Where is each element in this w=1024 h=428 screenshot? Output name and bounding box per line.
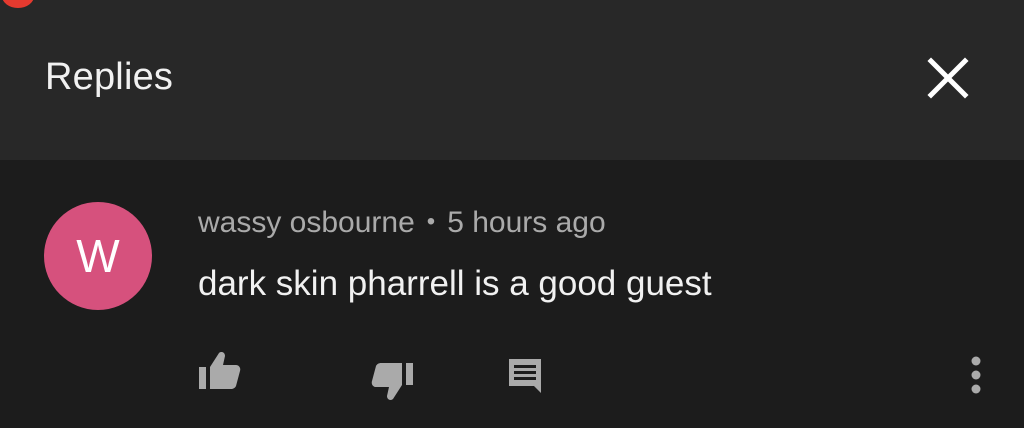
thumbs-up-icon [199,352,241,389]
avatar[interactable]: W [44,202,152,310]
replies-screen: Replies W wassy osbourne • 5 hours ago dar… [0,0,1024,428]
more-options-button[interactable] [956,350,996,400]
notification-dot-icon [2,0,34,8]
close-icon [927,57,969,99]
thumbs-down-icon [371,363,413,400]
reply-button[interactable] [502,352,548,398]
dislike-button[interactable] [368,356,418,406]
close-button[interactable] [918,48,978,108]
replies-header: Replies [0,0,1024,160]
comment-author[interactable]: wassy osbourne [198,206,415,239]
comment-meta: wassy osbourne • 5 hours ago [198,206,606,240]
like-button[interactable] [194,346,244,396]
comment-text: dark skin pharrell is a good guest [198,264,712,303]
comment-reply-icon [509,359,541,393]
page-title: Replies [45,56,174,98]
comment-time: 5 hours ago [447,206,606,239]
more-vertical-icon [971,356,981,394]
meta-separator: • [426,208,436,235]
comment-item: W wassy osbourne • 5 hours ago dark skin p… [0,160,1024,428]
